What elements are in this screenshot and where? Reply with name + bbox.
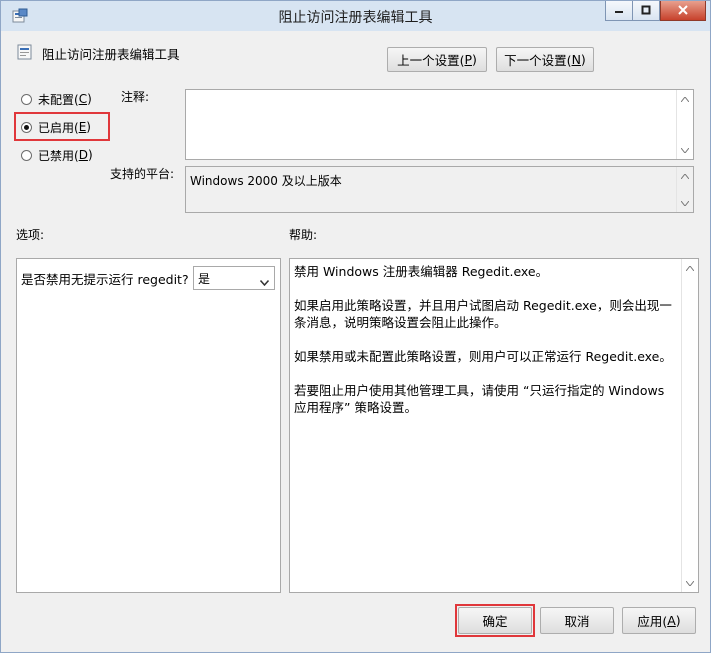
cancel-button[interactable]: 取消	[540, 607, 614, 634]
next-setting-paren: )	[580, 52, 586, 67]
radio-circle	[21, 149, 32, 161]
platform-value: Windows 2000 及以上版本	[190, 174, 342, 188]
close-icon	[678, 4, 688, 18]
chevron-down-icon	[259, 275, 270, 289]
scroll-down-icon[interactable]	[677, 143, 693, 157]
maximize-button[interactable]	[632, 1, 660, 21]
scroll-down-icon[interactable]	[677, 196, 693, 210]
radio-label: 已禁用(	[38, 148, 79, 163]
prev-setting-button[interactable]: 上一个设置(P)	[387, 47, 487, 72]
comment-scrollbar[interactable]	[676, 90, 693, 159]
apply-button[interactable]: 应用(A)	[622, 607, 696, 634]
next-setting-key: N	[571, 52, 581, 67]
prev-setting-label: 上一个设置(	[397, 53, 465, 68]
options-label: 选项:	[16, 228, 45, 242]
scroll-up-icon[interactable]	[682, 261, 698, 275]
comment-field[interactable]	[185, 89, 694, 160]
platform-field: Windows 2000 及以上版本	[185, 166, 694, 213]
dialog-window: 阻止访问注册表编辑工具 阻止访问注册表编辑工具 上一个设置(P) 下一个设置…	[0, 0, 711, 653]
radio-key: D	[78, 148, 88, 162]
prev-setting-key: P	[464, 52, 473, 67]
dialog-content: 阻止访问注册表编辑工具 上一个设置(P) 下一个设置(N) 未配置(C) 已启用…	[6, 32, 705, 647]
help-text: 禁用 Windows 注册表编辑器 Regedit.exe。 如果启用此策略设置…	[294, 263, 680, 433]
next-setting-button[interactable]: 下一个设置(N)	[496, 47, 594, 72]
scroll-up-icon[interactable]	[677, 169, 693, 183]
platform-scrollbar[interactable]	[676, 167, 693, 212]
help-label: 帮助:	[289, 228, 318, 242]
close-button[interactable]	[660, 1, 706, 21]
help-scrollbar[interactable]	[681, 259, 698, 592]
help-panel: 禁用 Windows 注册表编辑器 Regedit.exe。 如果启用此策略设置…	[289, 258, 699, 593]
highlight-box-enabled	[14, 112, 110, 141]
scroll-up-icon[interactable]	[677, 92, 693, 106]
apply-key: A	[667, 613, 676, 628]
radio-paren: )	[87, 92, 92, 106]
scroll-down-icon[interactable]	[682, 576, 698, 590]
radio-paren: )	[87, 148, 93, 162]
prev-setting-paren: )	[472, 52, 477, 67]
option-setting-value: 是	[198, 271, 211, 286]
next-setting-label: 下一个设置(	[504, 53, 572, 68]
option-setting-select[interactable]: 是	[193, 266, 275, 290]
title-bar[interactable]: 阻止访问注册表编辑工具	[1, 1, 710, 31]
help-paragraph: 若要阻止用户使用其他管理工具，请使用 “只运行指定的 Windows 应用程序”…	[294, 383, 665, 415]
comment-label: 注释:	[121, 90, 150, 104]
help-paragraph: 如果启用此策略设置，并且用户试图启动 Regedit.exe，则会出现一条消息，…	[294, 298, 672, 330]
radio-circle	[21, 93, 32, 105]
apply-paren: )	[675, 613, 681, 628]
apply-label: 应用(	[637, 614, 668, 629]
minimize-button[interactable]	[605, 1, 633, 21]
radio-key: C	[78, 92, 88, 106]
window-title: 阻止访问注册表编辑工具	[278, 10, 433, 26]
help-paragraph: 如果禁用或未配置此策略设置，则用户可以正常运行 Regedit.exe。	[294, 349, 672, 364]
minimize-icon	[614, 4, 624, 18]
options-panel: 是否禁用无提示运行 regedit? 是	[16, 258, 281, 593]
help-paragraph: 禁用 Windows 注册表编辑器 Regedit.exe。	[294, 264, 549, 279]
policy-name: 阻止访问注册表编辑工具	[42, 47, 180, 62]
highlight-box-ok	[455, 604, 535, 637]
cancel-label: 取消	[564, 614, 590, 629]
maximize-icon	[641, 4, 651, 18]
radio-label: 未配置(	[38, 92, 79, 107]
option-setting-label: 是否禁用无提示运行 regedit?	[21, 272, 189, 287]
platform-label: 支持的平台:	[110, 167, 175, 181]
radio-not-configured[interactable]: 未配置(C)	[21, 90, 92, 108]
policy-setting-icon	[17, 44, 33, 60]
radio-disabled[interactable]: 已禁用(D)	[21, 146, 93, 164]
